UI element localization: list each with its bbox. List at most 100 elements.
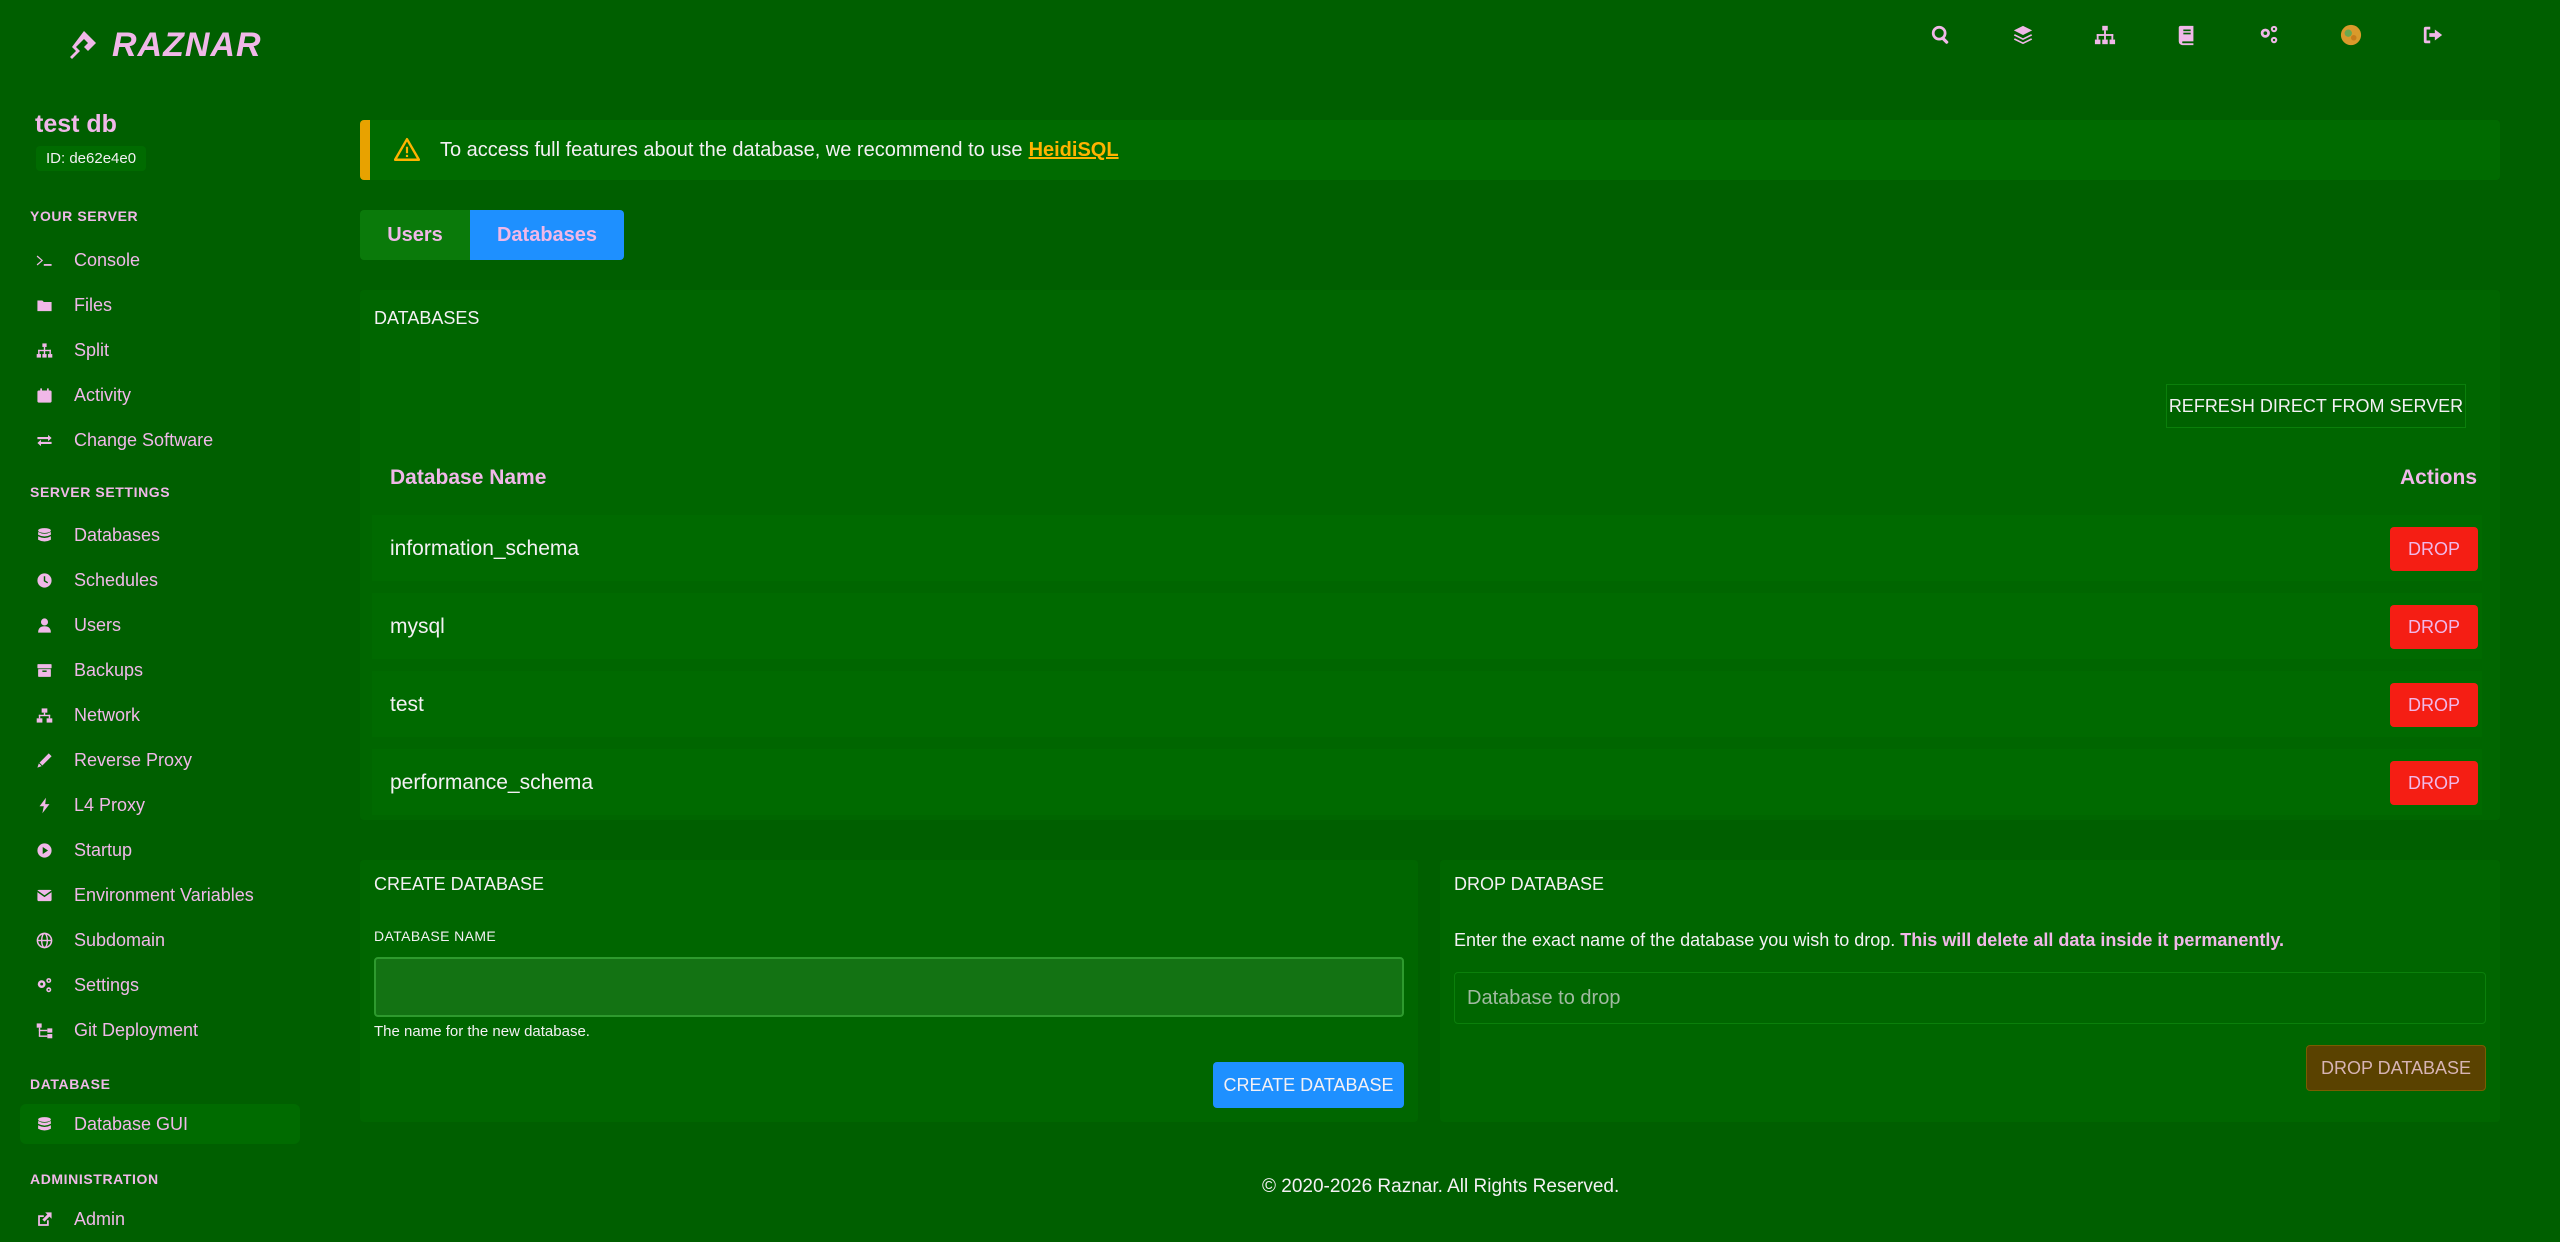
sidebar-item-label: Subdomain <box>74 929 166 950</box>
table-row: performance_schema DROP <box>372 749 2482 815</box>
sidebar-item-label: Users <box>74 614 122 635</box>
sidebar-item-label: L4 Proxy <box>74 794 146 815</box>
brand-name: RAZNAR <box>112 26 262 64</box>
sidebar-item-settings[interactable]: Settings <box>20 965 300 1005</box>
sidebar-item-label: Network <box>74 704 141 725</box>
drop-warning-text: This will delete all data inside it perm… <box>1900 930 2285 950</box>
server-id-badge: ID: de62e4e0 <box>36 146 147 171</box>
drop-button[interactable]: DROP <box>2390 527 2478 571</box>
create-database-button[interactable]: CREATE DATABASE <box>1213 1062 1404 1108</box>
tab-databases[interactable]: Databases <box>470 210 624 260</box>
sitemap-icon[interactable] <box>2064 18 2146 52</box>
database-icon <box>34 525 54 545</box>
drop-button[interactable]: DROP <box>2390 683 2478 727</box>
sitemap-icon <box>34 340 54 360</box>
alert-text: To access full features about the databa… <box>440 138 1023 161</box>
sidebar-item-label: Database GUI <box>74 1113 189 1134</box>
external-link-icon <box>34 1209 54 1229</box>
table-row: mysql DROP <box>372 593 2482 659</box>
sidebar-item-console[interactable]: Console <box>20 240 300 280</box>
drop-button[interactable]: DROP <box>2390 605 2478 649</box>
column-actions: Actions <box>2400 466 2478 489</box>
sidebar-item-backups[interactable]: Backups <box>20 650 300 690</box>
section-administration: ADMINISTRATION <box>30 1171 159 1187</box>
sidebar-item-change-software[interactable]: Change Software <box>20 420 300 460</box>
database-name: information_schema <box>390 537 580 560</box>
drop-button[interactable]: DROP <box>2390 761 2478 805</box>
book-icon[interactable] <box>2146 18 2228 52</box>
server-name: test db <box>35 110 117 138</box>
sidebar-item-label: Change Software <box>74 429 214 450</box>
bolt-icon <box>34 795 54 815</box>
table-row: information_schema DROP <box>372 515 2482 581</box>
warning-icon <box>394 137 420 161</box>
database-name-label: DATABASE NAME <box>374 928 497 944</box>
drop-database-button[interactable]: DROP DATABASE <box>2306 1045 2486 1091</box>
drop-description-text: Enter the exact name of the database you… <box>1454 930 1896 950</box>
user-icon <box>34 615 54 635</box>
top-bar: RAZNAR <box>0 0 2560 90</box>
databases-panel-title: DATABASES <box>374 308 480 328</box>
sidebar-item-databases[interactable]: Databases <box>20 515 300 555</box>
sidebar-item-label: Console <box>74 249 141 270</box>
database-icon <box>34 1114 54 1134</box>
sidebar-item-label: Git Deployment <box>74 1019 199 1040</box>
sidebar-item-label: Split <box>74 339 110 360</box>
sidebar-item-environment-variables[interactable]: Environment Variables <box>20 875 300 915</box>
database-name-input[interactable] <box>374 957 1404 1017</box>
play-circle-icon <box>34 840 54 860</box>
archive-icon <box>34 660 54 680</box>
sidebar-item-network[interactable]: Network <box>20 695 300 735</box>
heidisql-link[interactable]: HeidiSQL <box>1029 139 1119 162</box>
layers-icon[interactable] <box>1982 18 2064 52</box>
footer-copyright: © 2020-2026 Raznar. All Rights Reserved. <box>1262 1176 1620 1197</box>
git-icon <box>34 1020 54 1040</box>
sidebar-item-users[interactable]: Users <box>20 605 300 645</box>
sidebar: test db ID: de62e4e0 YOUR SERVER Console… <box>0 90 320 1242</box>
brand-logo[interactable]: RAZNAR <box>66 26 262 65</box>
sidebar-item-reverse-proxy[interactable]: Reverse Proxy <box>20 740 300 780</box>
users-cog-icon[interactable] <box>2228 18 2310 52</box>
database-name: performance_schema <box>390 771 594 794</box>
globe-icon <box>34 930 54 950</box>
sidebar-item-label: Settings <box>74 974 140 995</box>
refresh-button[interactable]: REFRESH DIRECT FROM SERVER <box>2166 384 2466 428</box>
terminal-icon <box>34 250 54 270</box>
sidebar-item-schedules[interactable]: Schedules <box>20 560 300 600</box>
database-name-help: The name for the new database. <box>374 1023 590 1040</box>
section-database: DATABASE <box>30 1076 111 1092</box>
exchange-icon <box>34 430 54 450</box>
sidebar-item-split[interactable]: Split <box>20 330 300 370</box>
table-row: test DROP <box>372 671 2482 737</box>
sidebar-item-git-deployment[interactable]: Git Deployment <box>20 1010 300 1050</box>
database-to-drop-input[interactable]: Database to drop <box>1454 972 2486 1024</box>
sidebar-item-activity[interactable]: Activity <box>20 375 300 415</box>
sidebar-item-label: Schedules <box>74 569 159 590</box>
avatar[interactable] <box>2310 18 2392 52</box>
folder-icon <box>34 295 54 315</box>
logo-mark-icon <box>66 28 102 64</box>
database-name: mysql <box>390 615 445 638</box>
create-panel-title: CREATE DATABASE <box>374 874 545 894</box>
database-name: test <box>390 693 424 716</box>
column-database-name: Database Name <box>390 466 547 489</box>
sidebar-item-label: Reverse Proxy <box>74 749 193 770</box>
section-server-settings: SERVER SETTINGS <box>30 484 171 500</box>
cogs-icon <box>34 975 54 995</box>
sidebar-item-label: Environment Variables <box>74 884 254 905</box>
logout-icon[interactable] <box>2392 18 2474 52</box>
sidebar-item-files[interactable]: Files <box>20 285 300 325</box>
clock-icon <box>34 570 54 590</box>
sidebar-item-database-gui[interactable]: Database GUI <box>20 1104 300 1144</box>
tab-users[interactable]: Users <box>360 210 470 260</box>
drop-description: Enter the exact name of the database you… <box>1454 930 2284 951</box>
sidebar-item-label: Startup <box>74 839 133 860</box>
network-icon <box>34 705 54 725</box>
database-to-drop-placeholder: Database to drop <box>1467 986 1621 1009</box>
sidebar-item-admin[interactable]: Admin <box>20 1199 300 1239</box>
sidebar-item-startup[interactable]: Startup <box>20 830 300 870</box>
search-icon[interactable] <box>1900 18 1982 52</box>
sidebar-item-l4-proxy[interactable]: L4 Proxy <box>20 785 300 825</box>
sidebar-item-subdomain[interactable]: Subdomain <box>20 920 300 960</box>
sidebar-item-label: Files <box>74 294 113 315</box>
